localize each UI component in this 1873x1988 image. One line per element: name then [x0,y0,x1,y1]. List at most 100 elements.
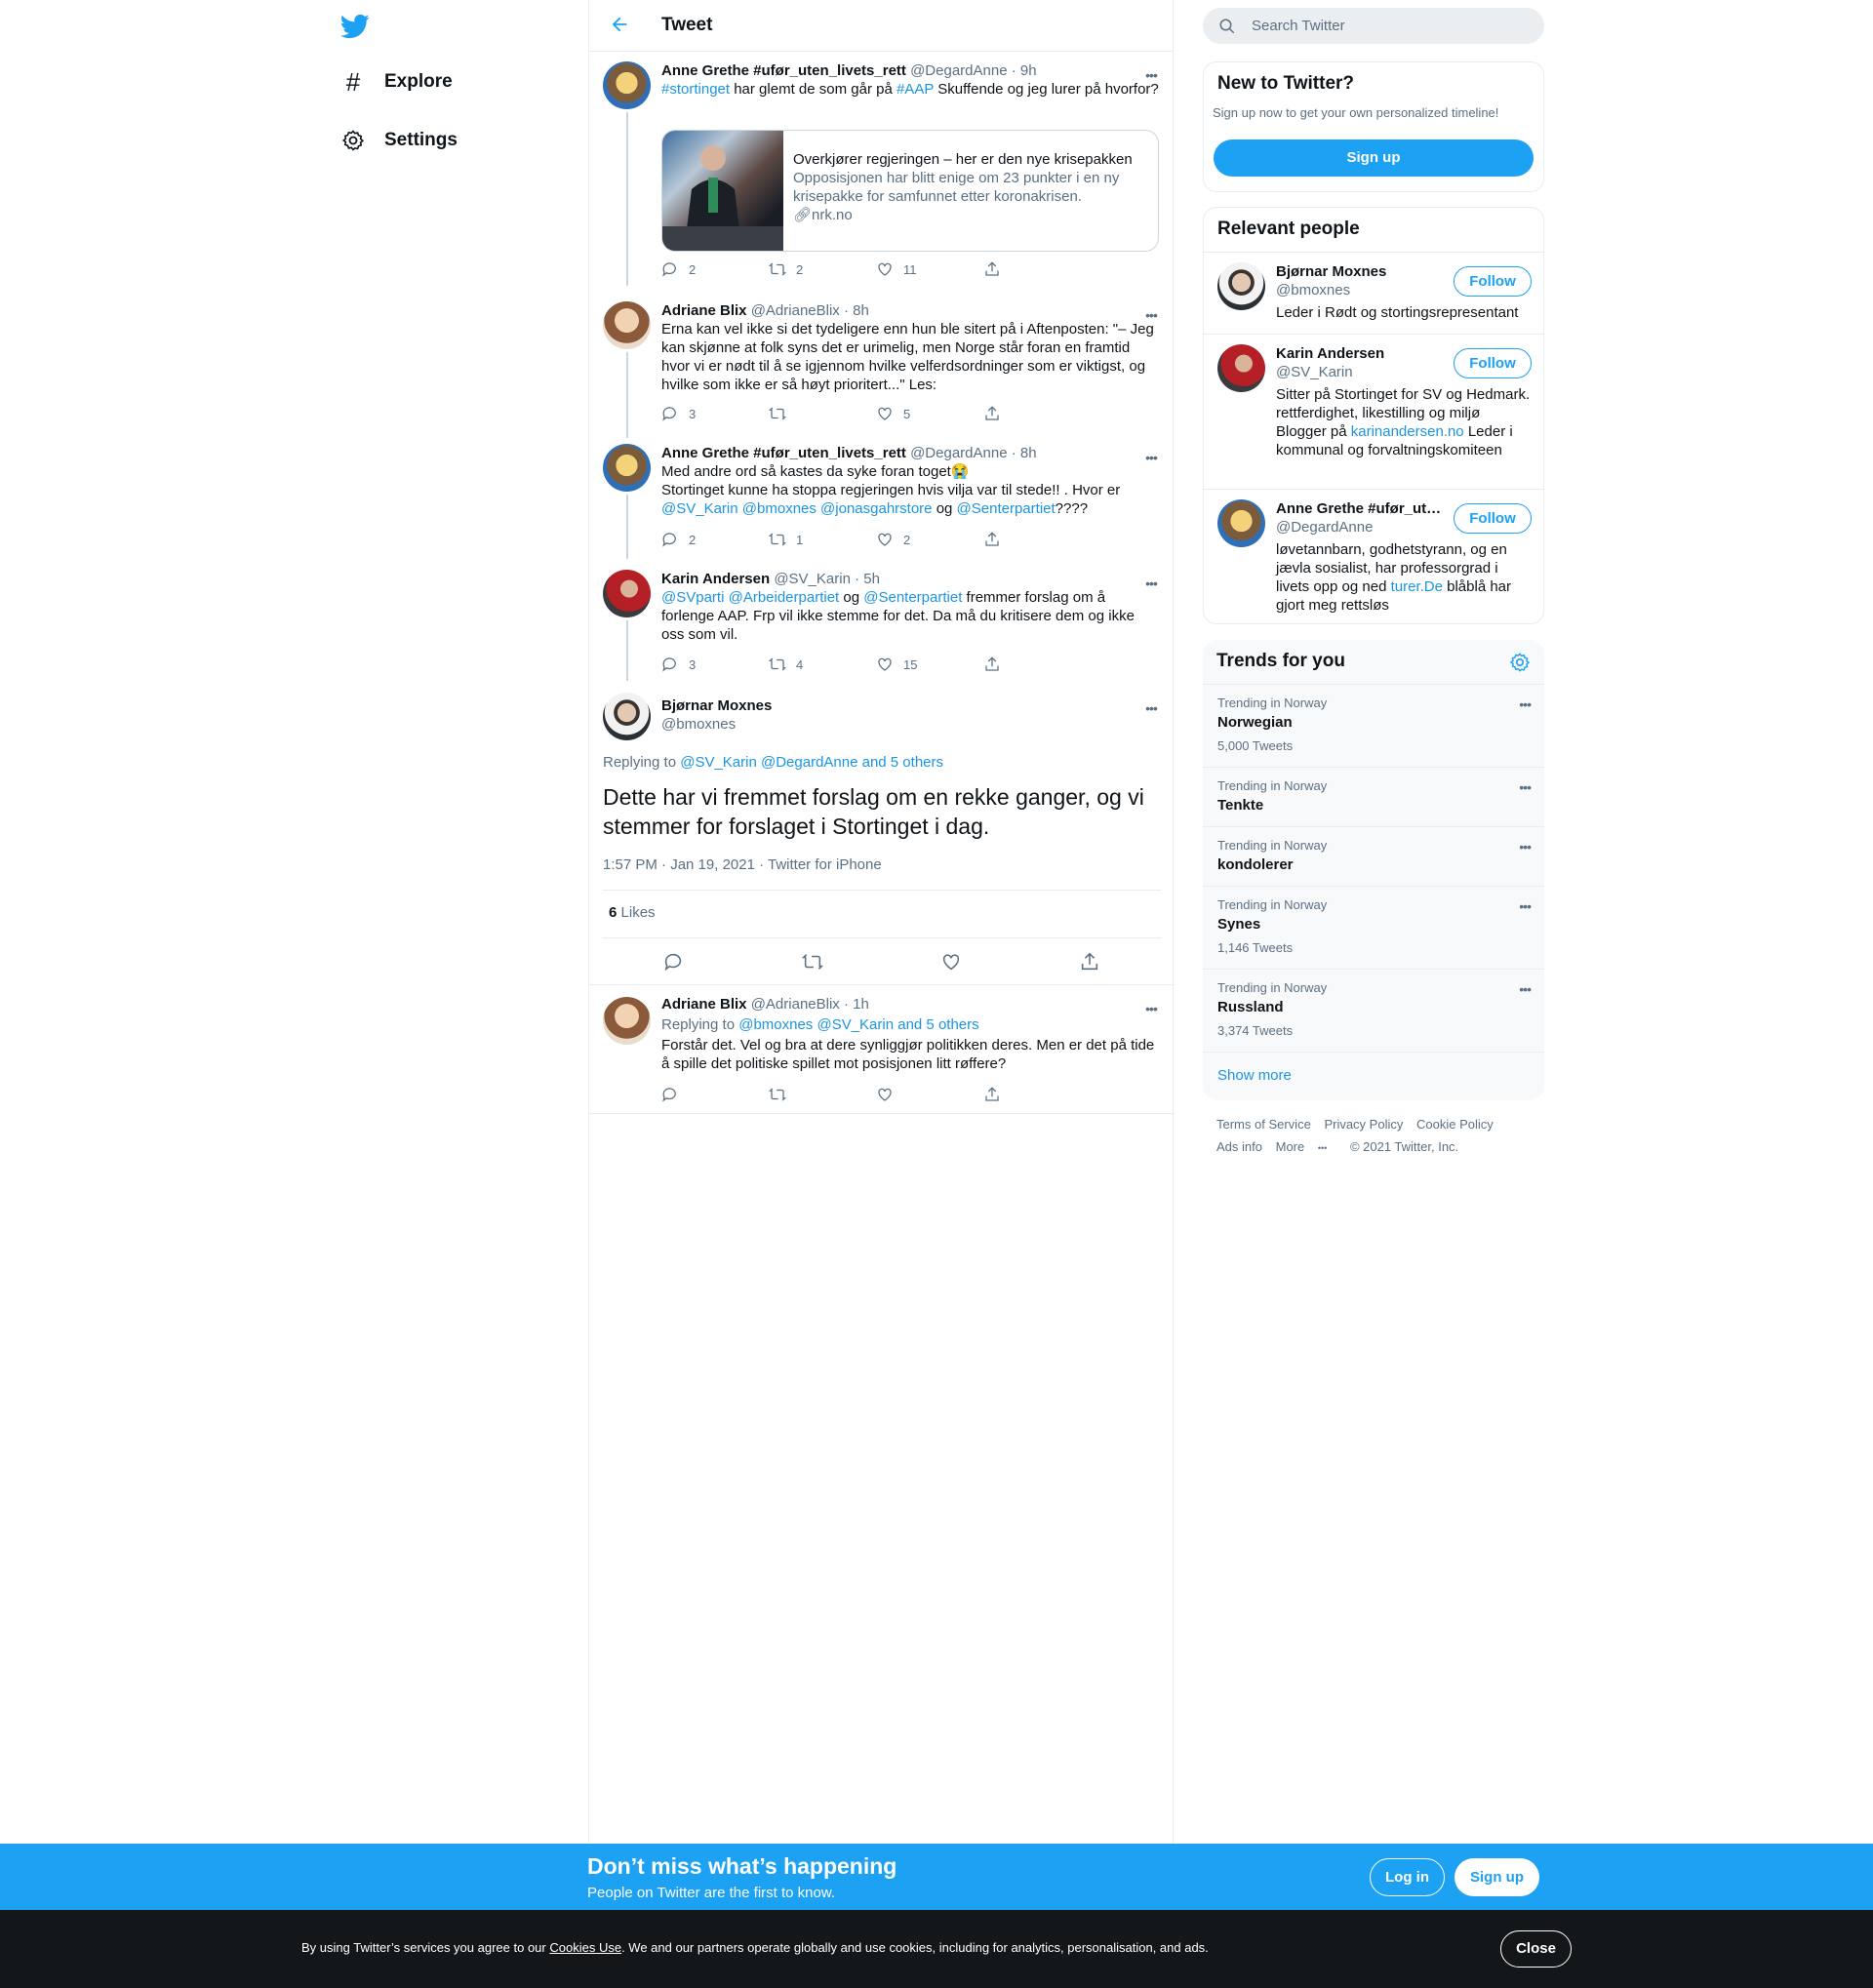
terms-link[interactable]: Terms of Service [1216,1117,1311,1132]
avatar[interactable] [603,61,651,109]
more-options-icon[interactable]: ••• [1519,839,1532,855]
like-button[interactable]: 11 [876,260,983,278]
reply-button[interactable]: 2 [661,531,769,548]
mention-link[interactable]: @Senterpartiet [957,500,1056,517]
mention-link[interactable]: @Arbeiderpartiet [729,589,840,606]
trend-item[interactable]: Trending in Norway Tenkte ••• [1203,767,1544,826]
replying-to-links[interactable]: @SV_Karin @DegardAnne and 5 others [680,754,943,771]
tweet-time[interactable]: · 8h [1012,445,1037,461]
more-options-icon[interactable]: ••• [1141,67,1161,83]
author-handle[interactable]: @AdrianeBlix [751,302,840,319]
show-more-row[interactable]: Show more [1203,1052,1544,1100]
cookies-use-link[interactable]: Cookies Use [549,1940,621,1955]
more-options-icon[interactable]: ••• [1141,700,1161,716]
retweet-icon[interactable] [801,951,824,973]
avatar[interactable] [603,570,651,617]
follow-button[interactable]: Follow [1454,503,1532,534]
hashtag-link[interactable]: #AAP [897,81,934,98]
reply-icon[interactable] [663,951,685,973]
likes-count-link[interactable]: 6 Likes [609,904,656,921]
person-row[interactable]: Anne Grethe #ufør_ut… @DegardAnne løveta… [1204,489,1543,623]
person-name[interactable]: Bjørnar Moxnes [1276,262,1452,281]
mention-link[interactable]: @SV_Karin [661,500,738,517]
person-row[interactable]: Karin Andersen @SV_Karin Sitter på Stort… [1204,334,1543,489]
more-options-icon[interactable]: ••• [1141,1001,1161,1016]
ads-info-link[interactable]: Ads info [1216,1139,1262,1154]
avatar[interactable] [603,301,651,349]
link-card[interactable]: Overkjører regjeringen – her er den nye … [661,130,1159,252]
retweet-button[interactable]: 4 [769,656,876,673]
replying-to-links[interactable]: @bmoxnes @SV_Karin and 5 others [738,1016,978,1033]
person-row[interactable]: Bjørnar Moxnes @bmoxnes Leder i Rødt og … [1204,252,1543,334]
mention-link[interactable]: @bmoxnes [742,500,817,517]
trend-item[interactable]: Trending in Norway Synes 1,146 Tweets ••… [1203,886,1544,969]
like-button[interactable]: 5 [876,405,983,422]
person-handle[interactable]: @SV_Karin [1276,363,1452,381]
retweet-button[interactable] [769,1086,876,1103]
author-name[interactable]: Karin Andersen [661,571,770,587]
author-name[interactable]: Anne Grethe #ufør_uten_livets_rett [661,445,906,461]
mention-link[interactable]: @Senterpartiet [863,589,962,606]
reply-button[interactable]: 3 [661,656,769,673]
like-button[interactable]: 15 [876,656,983,673]
trend-item[interactable]: Trending in Norway kondolerer ••• [1203,826,1544,886]
more-options-icon[interactable]: ••• [1519,779,1532,795]
person-name[interactable]: Anne Grethe #ufør_ut… [1276,499,1452,518]
search-input[interactable]: Search Twitter [1252,18,1345,34]
gear-icon[interactable] [1509,652,1531,673]
share-button[interactable] [983,531,1091,548]
author-handle[interactable]: @DegardAnne [910,445,1007,461]
show-more-link[interactable]: Show more [1217,1067,1292,1084]
sign-up-button[interactable]: Sign up [1214,139,1534,177]
thread-tweet[interactable]: Anne Grethe #ufør_uten_livets_rett @Dega… [589,52,1175,286]
heart-icon[interactable] [940,951,962,973]
more-options-icon[interactable]: ••• [1141,576,1161,591]
nav-settings[interactable]: Settings [339,121,458,160]
author-handle[interactable]: @AdrianeBlix [751,996,840,1013]
more-options-icon[interactable]: ••• [1519,898,1532,914]
author-handle[interactable]: @bmoxnes [661,715,1161,734]
retweet-button[interactable]: 1 [769,531,876,548]
privacy-link[interactable]: Privacy Policy [1324,1117,1403,1132]
share-button[interactable] [983,405,1091,422]
thread-tweet[interactable]: Anne Grethe #ufør_uten_livets_rett @Dega… [589,434,1175,559]
more-options-icon[interactable]: ••• [1141,307,1161,323]
follow-button[interactable]: Follow [1454,348,1532,378]
more-link[interactable]: More ••• [1276,1139,1337,1154]
author-handle[interactable]: @DegardAnne [910,62,1007,79]
person-handle[interactable]: @bmoxnes [1276,281,1452,299]
author-name[interactable]: Adriane Blix [661,302,747,319]
tweet-time[interactable]: · 8h [844,302,869,319]
author-name[interactable]: Adriane Blix [661,996,747,1013]
cookie-policy-link[interactable]: Cookie Policy [1416,1117,1494,1132]
sign-up-button[interactable]: Sign up [1455,1858,1539,1896]
retweet-button[interactable]: 2 [769,260,876,278]
tweet-time[interactable]: · 1h [844,996,869,1013]
share-icon[interactable] [1079,951,1100,973]
follow-button[interactable]: Follow [1454,266,1532,297]
reply-button[interactable] [661,1086,769,1103]
tweet-time[interactable]: · 5h [855,571,880,587]
twitter-logo-icon[interactable] [339,12,371,41]
reply-tweet[interactable]: Adriane Blix @AdrianeBlix · 1h Replying … [589,985,1175,1114]
trend-item[interactable]: Trending in Norway Russland 3,374 Tweets… [1203,969,1544,1052]
avatar[interactable] [1217,499,1265,547]
tweet-timestamp[interactable]: 1:57 PM · Jan 19, 2021 · Twitter for iPh… [603,856,882,873]
avatar[interactable] [1217,344,1265,392]
avatar[interactable] [603,444,651,492]
hashtag-link[interactable]: #stortinget [661,81,730,98]
author-name[interactable]: Bjørnar Moxnes [661,696,1161,715]
login-button[interactable]: Log in [1370,1858,1445,1896]
mention-link[interactable]: @SVparti [661,589,724,606]
bio-link[interactable]: turer.De [1391,578,1443,595]
person-handle[interactable]: @DegardAnne [1276,518,1452,537]
trend-item[interactable]: Trending in Norway Norwegian 5,000 Tweet… [1203,684,1544,767]
close-button[interactable]: Close [1500,1930,1572,1968]
reply-button[interactable]: 3 [661,405,769,422]
reply-button[interactable]: 2 [661,260,769,278]
avatar[interactable] [603,997,651,1045]
mention-link[interactable]: @jonasgahrstore [820,500,932,517]
share-button[interactable] [983,656,1091,673]
back-arrow-icon[interactable] [609,14,632,37]
avatar[interactable] [1217,262,1265,310]
